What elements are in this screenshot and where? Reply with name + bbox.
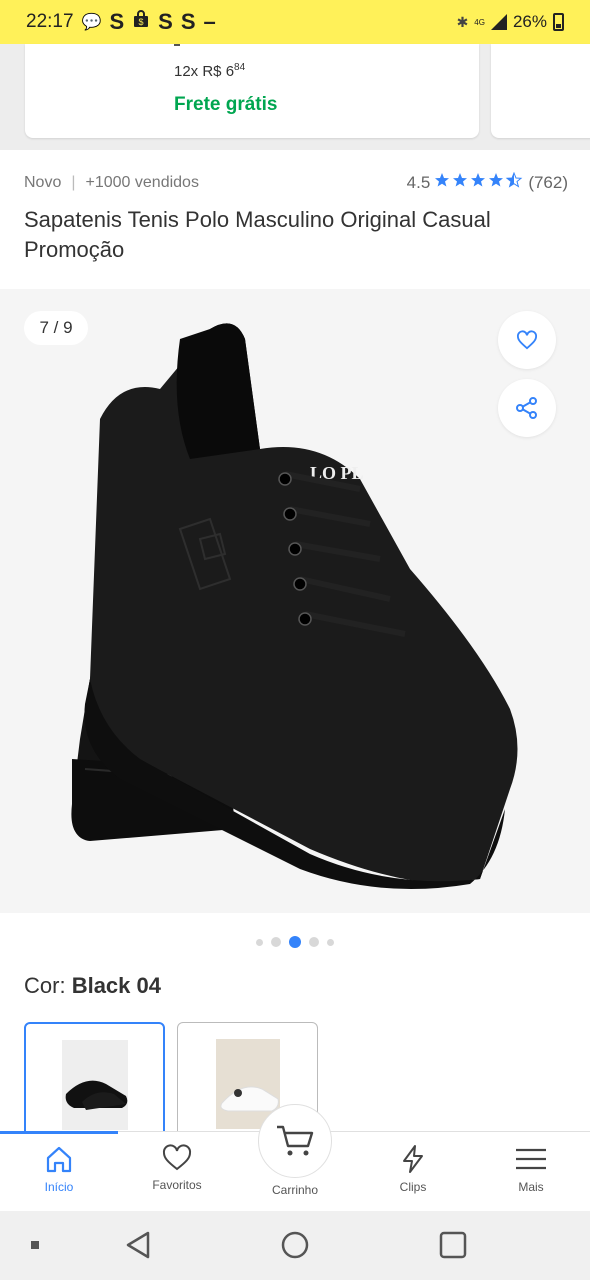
network-type: 4G bbox=[474, 17, 485, 27]
cart-bubble[interactable] bbox=[258, 1104, 332, 1178]
home-icon bbox=[46, 1146, 72, 1173]
notif-s-3: S bbox=[180, 9, 196, 34]
related-products-strip: 12x R$ 684 Frete grátis bbox=[0, 44, 590, 150]
review-count: (762) bbox=[528, 172, 568, 192]
back-icon[interactable] bbox=[124, 1229, 154, 1261]
heart-icon bbox=[162, 1144, 192, 1171]
product-meta: Novo | +1000 vendidos 4.5 (762) bbox=[24, 172, 568, 193]
nav-cart-label: Carrinho bbox=[271, 1183, 319, 1197]
battery-icon bbox=[553, 13, 564, 31]
page-dot bbox=[271, 937, 281, 947]
bluetooth-icon: ✱ bbox=[456, 13, 469, 30]
clock: 22:17 bbox=[26, 11, 74, 32]
page-dot bbox=[309, 937, 319, 947]
recent-dot-icon[interactable] bbox=[30, 1240, 42, 1252]
nav-favorites[interactable]: Favoritos bbox=[118, 1132, 236, 1212]
recents-icon[interactable] bbox=[437, 1229, 469, 1261]
variant-thumbnail bbox=[62, 1040, 128, 1130]
nav-home-label: Início bbox=[44, 1180, 74, 1194]
battery-percent: 26% bbox=[512, 12, 547, 31]
free-shipping-label: Frete grátis bbox=[174, 94, 278, 115]
color-variant-black[interactable] bbox=[24, 1022, 165, 1142]
lightning-icon bbox=[403, 1145, 423, 1173]
menu-icon bbox=[516, 1148, 546, 1170]
nav-cart[interactable]: Carrinho bbox=[236, 1104, 354, 1212]
bottom-navigation: Início Favoritos Carrinho Clips Mais bbox=[0, 1104, 590, 1212]
nav-clips-label: Clips bbox=[399, 1180, 427, 1194]
svg-text:$: $ bbox=[139, 17, 144, 27]
nav-more-label: Mais bbox=[518, 1180, 544, 1194]
notif-dash: – bbox=[203, 9, 216, 34]
page-dot bbox=[256, 938, 263, 946]
nav-home[interactable]: Início bbox=[0, 1132, 118, 1212]
status-bar: 22:17 💬 S $ S S – ✱ 4G 26% bbox=[0, 0, 590, 44]
chat-icon: 💬 bbox=[81, 14, 102, 31]
page-dot-active bbox=[289, 936, 301, 948]
rating[interactable]: 4.5 (762) bbox=[407, 172, 568, 193]
notif-s-1: S bbox=[109, 9, 125, 34]
separator: | bbox=[71, 173, 76, 191]
product-image: LO PL bbox=[71, 323, 518, 889]
rating-stars bbox=[434, 172, 524, 193]
system-navigation-bar bbox=[0, 1211, 590, 1280]
condition-label: Novo bbox=[24, 173, 62, 191]
product-gallery[interactable]: 7 / 9 LO PL bbox=[0, 289, 590, 913]
home-button-icon[interactable] bbox=[280, 1229, 312, 1261]
related-product-card[interactable]: 12x R$ 684 Frete grátis bbox=[25, 44, 479, 138]
notif-s-2: S bbox=[158, 9, 173, 34]
shopping-bag-icon: $ bbox=[132, 10, 150, 34]
gallery-pagination bbox=[0, 936, 590, 948]
nav-more[interactable]: Mais bbox=[472, 1132, 590, 1212]
nav-favorites-label: Favoritos bbox=[152, 1178, 202, 1192]
installments: 12x R$ 684 bbox=[174, 62, 246, 80]
cart-icon bbox=[277, 1125, 314, 1156]
nav-clips[interactable]: Clips bbox=[354, 1132, 472, 1212]
color-selector-label: Cor: Black 04 bbox=[24, 973, 161, 998]
sold-count: +1000 vendidos bbox=[85, 173, 199, 191]
related-product-card-2[interactable] bbox=[491, 44, 590, 138]
divider bbox=[174, 44, 180, 46]
page-dot bbox=[327, 938, 334, 946]
selected-color: Black 04 bbox=[71, 973, 161, 998]
product-title: Sapatenis Tenis Polo Masculino Original … bbox=[24, 207, 491, 262]
signal-icon bbox=[490, 14, 507, 30]
rating-value: 4.5 bbox=[406, 172, 431, 192]
